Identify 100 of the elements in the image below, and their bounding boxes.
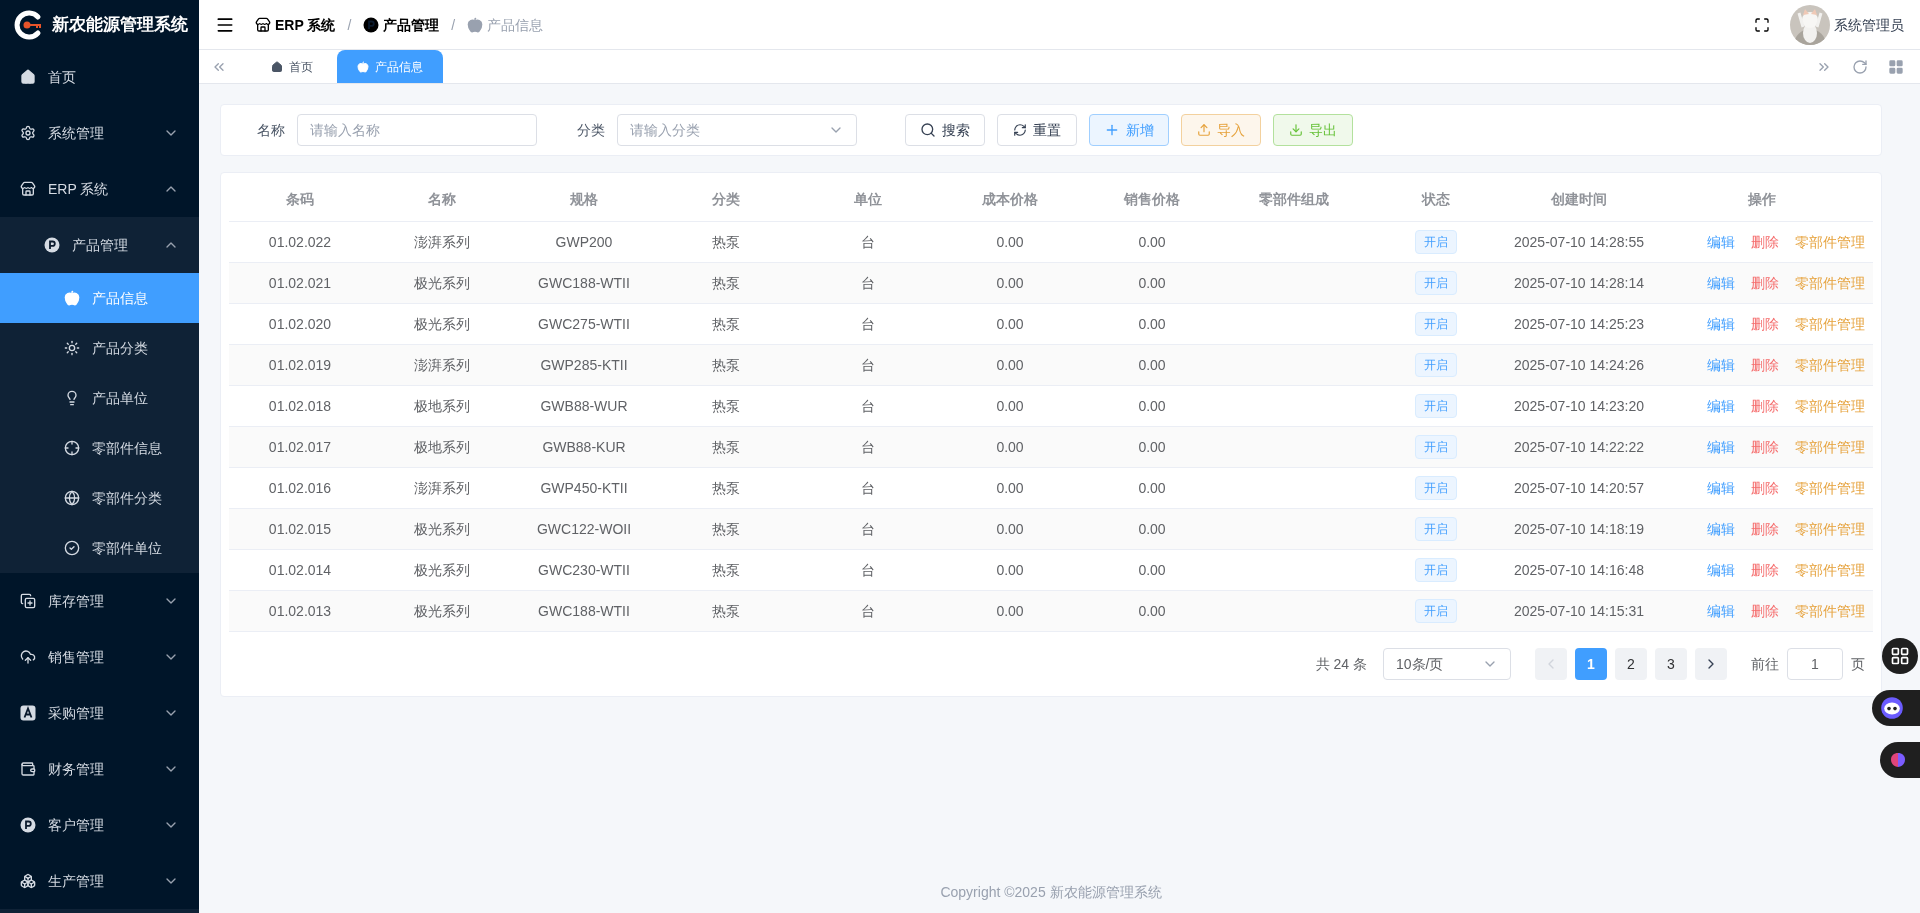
action-link[interactable]: 删除 (1751, 478, 1779, 498)
sidebar-item[interactable]: 系统管理 (0, 105, 199, 161)
goto-suffix: 页 (1851, 655, 1865, 674)
table-cell: 0.00 (996, 480, 1024, 496)
table-cell: 台 (861, 603, 875, 619)
breadcrumb-item[interactable]: ERP 系统 (255, 14, 336, 35)
copyright-text: Copyright ©2025 新农能源管理系统 (940, 883, 1162, 902)
page-button[interactable]: 3 (1655, 648, 1687, 680)
table-cell: 01.02.014 (268, 562, 332, 578)
action-link[interactable]: 删除 (1751, 519, 1779, 539)
table-cell: 01.02.019 (268, 357, 332, 373)
sidebar-item[interactable]: 库存管理 (0, 573, 199, 629)
ai-button[interactable] (1880, 742, 1920, 778)
table-cell: 热泵 (712, 316, 740, 332)
page-input[interactable]: 1 (1787, 648, 1843, 680)
action-link[interactable]: 编辑 (1707, 478, 1735, 498)
table-cell: 01.02.022 (268, 234, 332, 250)
apple-icon (467, 16, 484, 33)
action-link[interactable]: 编辑 (1707, 601, 1735, 621)
globe-icon (64, 490, 80, 506)
action-link[interactable]: 零部件管理 (1795, 396, 1865, 416)
action-link[interactable]: 零部件管理 (1795, 273, 1865, 293)
action-link[interactable]: 删除 (1751, 232, 1779, 252)
import-button[interactable]: 导入 (1181, 114, 1261, 146)
action-link[interactable]: 删除 (1751, 437, 1779, 457)
page-size-select[interactable]: 10条/页 (1383, 648, 1511, 680)
assistant-button[interactable] (1872, 690, 1920, 726)
table-cell: 01.02.017 (268, 439, 332, 455)
action-link[interactable]: 零部件管理 (1795, 519, 1865, 539)
add-button[interactable]: 新增 (1089, 114, 1169, 146)
action-link[interactable]: 编辑 (1707, 437, 1735, 457)
column-header: 分类 (711, 190, 741, 209)
action-link[interactable]: 零部件管理 (1795, 560, 1865, 580)
sidebar-item[interactable]: ERP 系统 (0, 161, 199, 217)
user-name[interactable]: 系统管理员 (1834, 14, 1904, 35)
fullscreen-icon[interactable] (1754, 16, 1770, 33)
page-tab[interactable]: 首页 (251, 50, 333, 83)
action-link[interactable]: 零部件管理 (1795, 314, 1865, 334)
input-field[interactable]: 请输入名称 (297, 114, 537, 146)
reset-button[interactable]: 重置 (997, 114, 1077, 146)
apple-icon (64, 290, 80, 306)
refresh-icon[interactable] (1852, 58, 1868, 75)
table-cell: 2025-07-10 14:15:31 (1514, 603, 1644, 619)
table-cell: 热泵 (712, 234, 740, 250)
action-link[interactable]: 零部件管理 (1795, 232, 1865, 252)
sidebar-item[interactable]: 销售管理 (0, 629, 199, 685)
grid-icon[interactable] (1888, 58, 1904, 75)
action-link[interactable]: 零部件管理 (1795, 437, 1865, 457)
page-button[interactable]: 1 (1575, 648, 1607, 680)
action-link[interactable]: 删除 (1751, 273, 1779, 293)
action-link[interactable]: 删除 (1751, 601, 1779, 621)
page-button[interactable]: 2 (1615, 648, 1647, 680)
action-link[interactable]: 编辑 (1707, 273, 1735, 293)
table-cell: 热泵 (712, 439, 740, 455)
table-cell: 热泵 (712, 398, 740, 414)
table-cell: 极光系列 (414, 562, 470, 578)
action-link[interactable]: 删除 (1751, 314, 1779, 334)
action-link[interactable]: 编辑 (1707, 314, 1735, 334)
export-button[interactable]: 导出 (1273, 114, 1353, 146)
breadcrumb-item[interactable]: 产品管理 (363, 14, 440, 35)
action-link[interactable]: 编辑 (1707, 560, 1735, 580)
next-page-button[interactable] (1695, 648, 1727, 680)
table-cell: 极光系列 (414, 275, 470, 291)
table-cell: 2025-07-10 14:16:48 (1514, 562, 1644, 578)
check-circle-icon (64, 540, 80, 556)
action-link[interactable]: 删除 (1751, 396, 1779, 416)
sidebar-item[interactable]: 产品信息 (0, 273, 199, 323)
store-icon (20, 181, 36, 197)
table-cell: 0.00 (996, 357, 1024, 373)
table-cell: 0.00 (996, 275, 1024, 291)
sidebar-item[interactable]: 客户管理 (0, 797, 199, 853)
action-link[interactable]: 编辑 (1707, 355, 1735, 375)
action-link[interactable]: 删除 (1751, 355, 1779, 375)
action-link[interactable]: 编辑 (1707, 396, 1735, 416)
lightbulb-icon (64, 390, 80, 406)
table-cell: 台 (861, 398, 875, 414)
sidebar-item[interactable]: 生产管理 (0, 853, 199, 909)
column-header: 销售价格 (1122, 190, 1181, 209)
action-link[interactable]: 零部件管理 (1795, 601, 1865, 621)
page-tab[interactable]: 产品信息 (337, 50, 443, 83)
app-title: 新农能源管理系统 (52, 13, 188, 36)
action-link[interactable]: 零部件管理 (1795, 478, 1865, 498)
search-icon (920, 122, 936, 138)
action-link[interactable]: 零部件管理 (1795, 355, 1865, 375)
action-link[interactable]: 编辑 (1707, 519, 1735, 539)
filter-label: 分类 (577, 121, 605, 140)
status-tag: 开启 (1415, 230, 1457, 254)
table-cell: GWP450-KTII (540, 480, 628, 496)
category-select[interactable]: 请输入分类 (617, 114, 857, 146)
action-link[interactable]: 编辑 (1707, 232, 1735, 252)
sidebar-item[interactable]: 首页 (0, 49, 199, 105)
sidebar-item[interactable]: 财务管理 (0, 741, 199, 797)
table-cell: GWC275-WTII (538, 316, 630, 332)
status-tag: 开启 (1415, 394, 1457, 418)
action-link[interactable]: 删除 (1751, 560, 1779, 580)
p-circle-icon (363, 16, 380, 33)
goto-label: 前往 (1751, 655, 1779, 674)
sidebar-item[interactable]: 采购管理 (0, 685, 199, 741)
search-button[interactable]: 搜索 (905, 114, 985, 146)
table-cell: 01.02.013 (268, 603, 332, 619)
